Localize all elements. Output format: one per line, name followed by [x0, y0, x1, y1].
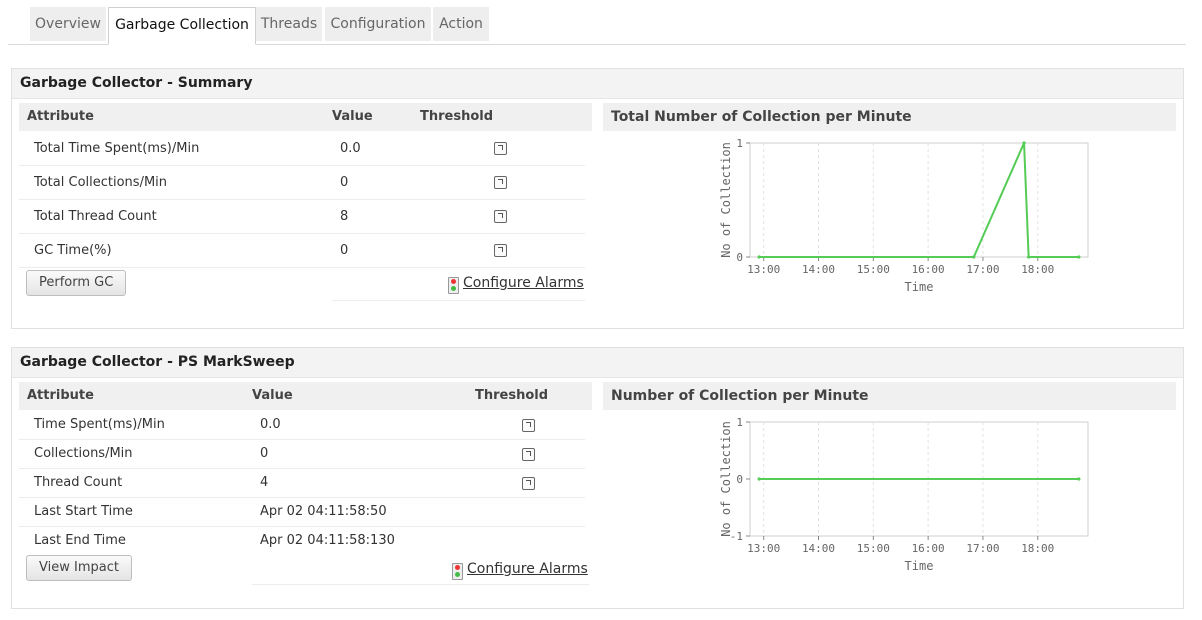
- perform-gc-button[interactable]: Perform GC: [26, 270, 126, 296]
- data-point: [1077, 255, 1080, 258]
- row-attribute: Last End Time: [34, 527, 126, 555]
- summary-table-header: Attribute Value Threshold: [19, 103, 592, 131]
- data-point: [1022, 141, 1025, 144]
- table-row: Total Time Spent(ms)/Min 0.0: [19, 132, 585, 166]
- summary-title: Garbage Collector - Summary: [12, 69, 1183, 99]
- header-value: Value: [252, 382, 293, 410]
- marksweep-chart-title: Number of Collection per Minute: [603, 382, 1176, 410]
- row-attribute: Last Start Time: [34, 498, 133, 526]
- table-row: Collections/Min 0: [19, 440, 585, 469]
- tab-bar: Overview Garbage Collection Threads Conf…: [8, 0, 1186, 45]
- row-value: 0: [340, 166, 348, 199]
- y-tick-label: 0: [736, 251, 743, 264]
- x-tick-label: 13:00: [747, 263, 780, 276]
- threshold-edit-icon[interactable]: [522, 477, 535, 490]
- summary-panel: Garbage Collector - Summary Attribute Va…: [11, 68, 1184, 329]
- row-value: 0: [340, 234, 348, 267]
- data-point: [1077, 477, 1080, 480]
- x-tick-label: 16:00: [912, 263, 945, 276]
- x-tick-label: 13:00: [747, 542, 780, 555]
- y-axis-label: No of Collection: [719, 142, 733, 258]
- row-value: 4: [260, 469, 268, 497]
- row-value: 0.0: [260, 411, 281, 439]
- threshold-edit-icon[interactable]: [494, 210, 507, 223]
- row-attribute: Collections/Min: [34, 440, 133, 468]
- x-tick-label: 14:00: [802, 263, 835, 276]
- x-axis-label: Time: [905, 559, 934, 573]
- header-value: Value: [332, 103, 373, 131]
- row-attribute: Thread Count: [34, 469, 122, 497]
- configure-alarms-link[interactable]: Configure Alarms: [463, 275, 584, 291]
- tab-garbage-collection[interactable]: Garbage Collection: [108, 7, 256, 45]
- marksweep-collection-chart: 13:0014:0015:0016:0017:0018:00-101TimeNo…: [698, 414, 1098, 584]
- threshold-edit-icon[interactable]: [494, 176, 507, 189]
- header-attribute: Attribute: [27, 103, 94, 131]
- data-point: [758, 477, 761, 480]
- data-point: [758, 255, 761, 258]
- view-impact-button[interactable]: View Impact: [26, 555, 132, 581]
- data-point: [1027, 255, 1030, 258]
- table-row: Thread Count 4: [19, 469, 585, 498]
- table-row: Last End Time Apr 02 04:11:58:130: [19, 527, 585, 555]
- traffic-light-icon: [452, 563, 463, 580]
- x-tick-label: 14:00: [802, 542, 835, 555]
- table-row: Time Spent(ms)/Min 0.0: [19, 411, 585, 440]
- row-attribute: Time Spent(ms)/Min: [34, 411, 165, 439]
- tab-action[interactable]: Action: [433, 7, 489, 41]
- threshold-edit-icon[interactable]: [522, 419, 535, 432]
- header-attribute: Attribute: [27, 382, 94, 410]
- configure-alarms-link[interactable]: Configure Alarms: [467, 561, 588, 577]
- y-tick-label: 1: [736, 137, 743, 150]
- row-value: 0: [260, 440, 268, 468]
- x-tick-label: 16:00: [912, 542, 945, 555]
- summary-chart-title: Total Number of Collection per Minute: [603, 103, 1176, 131]
- table-row: GC Time(%) 0: [19, 234, 585, 268]
- x-tick-label: 17:00: [966, 263, 999, 276]
- marksweep-table-header: Attribute Value Threshold: [19, 382, 592, 410]
- tab-overview[interactable]: Overview: [30, 7, 106, 41]
- x-tick-label: 18:00: [1021, 542, 1054, 555]
- row-value: Apr 02 04:11:58:130: [260, 527, 395, 555]
- table-row: Total Collections/Min 0: [19, 166, 585, 200]
- row-value: 0.0: [340, 132, 361, 165]
- header-threshold: Threshold: [475, 382, 548, 410]
- data-point: [972, 255, 975, 258]
- table-row: Total Thread Count 8: [19, 200, 585, 234]
- marksweep-title: Garbage Collector - PS MarkSweep: [12, 348, 1183, 378]
- y-axis-label: No of Collection: [719, 421, 733, 537]
- header-threshold: Threshold: [420, 103, 493, 131]
- marksweep-panel: Garbage Collector - PS MarkSweep Attribu…: [11, 347, 1184, 609]
- row-attribute: Total Collections/Min: [34, 166, 167, 199]
- threshold-edit-icon[interactable]: [494, 244, 507, 257]
- row-value: 8: [340, 200, 348, 233]
- x-axis-label: Time: [905, 280, 934, 294]
- row-attribute: Total Time Spent(ms)/Min: [34, 132, 199, 165]
- row-attribute: Total Thread Count: [34, 200, 157, 233]
- row-attribute: GC Time(%): [34, 234, 112, 267]
- table-row: Last Start Time Apr 02 04:11:58:50: [19, 498, 585, 527]
- traffic-light-icon: [448, 277, 459, 294]
- x-tick-label: 15:00: [857, 542, 890, 555]
- tab-threads[interactable]: Threads: [256, 7, 322, 41]
- summary-collection-chart: 13:00 14:00 15:00 16:00 17:00 18:00 0 1 Time No o…: [698, 135, 1098, 305]
- y-tick-label: 1: [736, 416, 743, 429]
- y-tick-label: 0: [736, 473, 743, 486]
- row-value: Apr 02 04:11:58:50: [260, 498, 387, 526]
- x-tick-label: 17:00: [966, 542, 999, 555]
- x-tick-label: 15:00: [857, 263, 890, 276]
- threshold-edit-icon[interactable]: [494, 142, 507, 155]
- threshold-edit-icon[interactable]: [522, 448, 535, 461]
- tab-configuration[interactable]: Configuration: [325, 7, 431, 41]
- x-tick-label: 18:00: [1021, 263, 1054, 276]
